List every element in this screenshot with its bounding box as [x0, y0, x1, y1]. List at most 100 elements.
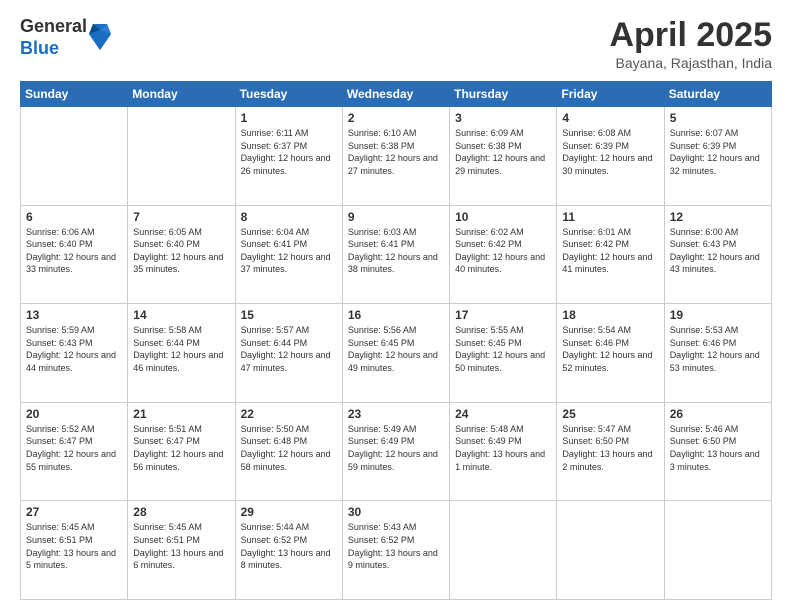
calendar-week-row: 27 Sunrise: 5:45 AM Sunset: 6:51 PM Dayli… — [21, 501, 772, 600]
calendar-cell — [21, 107, 128, 206]
cell-info: Sunrise: 6:08 AM Sunset: 6:39 PM Dayligh… — [562, 127, 658, 177]
calendar-cell — [128, 107, 235, 206]
cell-info: Sunrise: 6:11 AM Sunset: 6:37 PM Dayligh… — [241, 127, 337, 177]
cell-info: Sunrise: 5:44 AM Sunset: 6:52 PM Dayligh… — [241, 521, 337, 571]
calendar-cell: 6 Sunrise: 6:06 AM Sunset: 6:40 PM Daylig… — [21, 205, 128, 304]
cell-info: Sunrise: 6:07 AM Sunset: 6:39 PM Dayligh… — [670, 127, 766, 177]
calendar-cell: 8Sunrise: 6:04 AM Sunset: 6:41 PM Daylig… — [235, 205, 342, 304]
cell-info: Sunrise: 5:57 AM Sunset: 6:44 PM Dayligh… — [241, 324, 337, 374]
day-number: 7 — [133, 210, 229, 224]
day-number: 21 — [133, 407, 229, 421]
day-number: 24 — [455, 407, 551, 421]
day-number: 19 — [670, 308, 766, 322]
logo: General Blue — [20, 16, 111, 59]
header-tuesday: Tuesday — [235, 82, 342, 107]
cell-info: Sunrise: 5:43 AM Sunset: 6:52 PM Dayligh… — [348, 521, 444, 571]
calendar-cell — [557, 501, 664, 600]
day-number: 12 — [670, 210, 766, 224]
logo-general: General — [20, 16, 87, 38]
day-number: 28 — [133, 505, 229, 519]
day-number: 15 — [241, 308, 337, 322]
cell-info: Sunrise: 5:50 AM Sunset: 6:48 PM Dayligh… — [241, 423, 337, 473]
calendar-week-row: 6 Sunrise: 6:06 AM Sunset: 6:40 PM Daylig… — [21, 205, 772, 304]
day-number: 27 — [26, 505, 122, 519]
calendar-week-row: 13 Sunrise: 5:59 AM Sunset: 6:43 PM Dayli… — [21, 304, 772, 403]
cell-info: Sunrise: 5:58 AM Sunset: 6:44 PM Dayligh… — [133, 324, 229, 374]
cell-info: Sunrise: 6:02 AM Sunset: 6:42 PM Dayligh… — [455, 226, 551, 276]
calendar-week-row: 20Sunrise: 5:52 AM Sunset: 6:47 PM Dayli… — [21, 402, 772, 501]
calendar-cell: 3 Sunrise: 6:09 AM Sunset: 6:38 PM Daylig… — [450, 107, 557, 206]
logo-icon — [89, 22, 111, 52]
calendar-cell: 7 Sunrise: 6:05 AM Sunset: 6:40 PM Daylig… — [128, 205, 235, 304]
day-number: 3 — [455, 111, 551, 125]
calendar-cell: 25Sunrise: 5:47 AM Sunset: 6:50 PM Dayli… — [557, 402, 664, 501]
day-number: 26 — [670, 407, 766, 421]
calendar-cell — [450, 501, 557, 600]
header-saturday: Saturday — [664, 82, 771, 107]
calendar-cell — [664, 501, 771, 600]
title-section: April 2025 Bayana, Rajasthan, India — [609, 16, 772, 71]
cell-info: Sunrise: 6:09 AM Sunset: 6:38 PM Dayligh… — [455, 127, 551, 177]
day-number: 22 — [241, 407, 337, 421]
calendar-cell: 13 Sunrise: 5:59 AM Sunset: 6:43 PM Dayli… — [21, 304, 128, 403]
day-number: 25 — [562, 407, 658, 421]
day-number: 11 — [562, 210, 658, 224]
day-number: 4 — [562, 111, 658, 125]
day-number: 20 — [26, 407, 122, 421]
calendar-cell: 4 Sunrise: 6:08 AM Sunset: 6:39 PM Daylig… — [557, 107, 664, 206]
day-number: 5 — [670, 111, 766, 125]
calendar-cell: 20Sunrise: 5:52 AM Sunset: 6:47 PM Dayli… — [21, 402, 128, 501]
weekday-header-row: Sunday Monday Tuesday Wednesday Thursday… — [21, 82, 772, 107]
calendar-cell: 11 Sunrise: 6:01 AM Sunset: 6:42 PM Dayli… — [557, 205, 664, 304]
location-subtitle: Bayana, Rajasthan, India — [609, 55, 772, 71]
calendar-cell: 12 Sunrise: 6:00 AM Sunset: 6:43 PM Dayli… — [664, 205, 771, 304]
calendar-cell: 15 Sunrise: 5:57 AM Sunset: 6:44 PM Dayli… — [235, 304, 342, 403]
cell-info: Sunrise: 6:06 AM Sunset: 6:40 PM Dayligh… — [26, 226, 122, 276]
logo-blue: Blue — [20, 38, 87, 60]
calendar-cell: 5 Sunrise: 6:07 AM Sunset: 6:39 PM Daylig… — [664, 107, 771, 206]
day-number: 2 — [348, 111, 444, 125]
day-number: 1 — [241, 111, 337, 125]
cell-info: Sunrise: 6:00 AM Sunset: 6:43 PM Dayligh… — [670, 226, 766, 276]
cell-info: Sunrise: 5:46 AM Sunset: 6:50 PM Dayligh… — [670, 423, 766, 473]
day-number: 8 — [241, 210, 337, 224]
cell-info: Sunrise: 5:53 AM Sunset: 6:46 PM Dayligh… — [670, 324, 766, 374]
calendar-cell: 10 Sunrise: 6:02 AM Sunset: 6:42 PM Dayli… — [450, 205, 557, 304]
day-number: 18 — [562, 308, 658, 322]
day-number: 10 — [455, 210, 551, 224]
logo-text: General Blue — [20, 16, 87, 59]
day-number: 16 — [348, 308, 444, 322]
calendar-cell: 22 Sunrise: 5:50 AM Sunset: 6:48 PM Dayli… — [235, 402, 342, 501]
cell-info: Sunrise: 5:54 AM Sunset: 6:46 PM Dayligh… — [562, 324, 658, 374]
calendar-cell: 17Sunrise: 5:55 AM Sunset: 6:45 PM Dayli… — [450, 304, 557, 403]
day-number: 17 — [455, 308, 551, 322]
calendar-cell: 16 Sunrise: 5:56 AM Sunset: 6:45 PM Dayli… — [342, 304, 449, 403]
calendar-cell: 9Sunrise: 6:03 AM Sunset: 6:41 PM Daylig… — [342, 205, 449, 304]
calendar-cell: 21 Sunrise: 5:51 AM Sunset: 6:47 PM Dayli… — [128, 402, 235, 501]
cell-info: Sunrise: 6:10 AM Sunset: 6:38 PM Dayligh… — [348, 127, 444, 177]
cell-info: Sunrise: 5:48 AM Sunset: 6:49 PM Dayligh… — [455, 423, 551, 473]
header-monday: Monday — [128, 82, 235, 107]
calendar-cell: 18 Sunrise: 5:54 AM Sunset: 6:46 PM Dayli… — [557, 304, 664, 403]
calendar-table: Sunday Monday Tuesday Wednesday Thursday… — [20, 81, 772, 600]
cell-info: Sunrise: 5:56 AM Sunset: 6:45 PM Dayligh… — [348, 324, 444, 374]
day-number: 6 — [26, 210, 122, 224]
cell-info: Sunrise: 6:01 AM Sunset: 6:42 PM Dayligh… — [562, 226, 658, 276]
cell-info: Sunrise: 5:45 AM Sunset: 6:51 PM Dayligh… — [26, 521, 122, 571]
header: General Blue April 2025 Bayana, Rajastha… — [20, 16, 772, 71]
calendar-week-row: 1 Sunrise: 6:11 AM Sunset: 6:37 PM Daylig… — [21, 107, 772, 206]
page: General Blue April 2025 Bayana, Rajastha… — [0, 0, 792, 612]
calendar-cell: 24 Sunrise: 5:48 AM Sunset: 6:49 PM Dayli… — [450, 402, 557, 501]
calendar-cell: 2 Sunrise: 6:10 AM Sunset: 6:38 PM Daylig… — [342, 107, 449, 206]
calendar-cell: 29Sunrise: 5:44 AM Sunset: 6:52 PM Dayli… — [235, 501, 342, 600]
calendar-cell: 30 Sunrise: 5:43 AM Sunset: 6:52 PM Dayli… — [342, 501, 449, 600]
day-number: 23 — [348, 407, 444, 421]
cell-info: Sunrise: 5:59 AM Sunset: 6:43 PM Dayligh… — [26, 324, 122, 374]
cell-info: Sunrise: 5:49 AM Sunset: 6:49 PM Dayligh… — [348, 423, 444, 473]
cell-info: Sunrise: 6:03 AM Sunset: 6:41 PM Dayligh… — [348, 226, 444, 276]
cell-info: Sunrise: 5:51 AM Sunset: 6:47 PM Dayligh… — [133, 423, 229, 473]
day-number: 30 — [348, 505, 444, 519]
cell-info: Sunrise: 6:05 AM Sunset: 6:40 PM Dayligh… — [133, 226, 229, 276]
day-number: 13 — [26, 308, 122, 322]
cell-info: Sunrise: 5:45 AM Sunset: 6:51 PM Dayligh… — [133, 521, 229, 571]
